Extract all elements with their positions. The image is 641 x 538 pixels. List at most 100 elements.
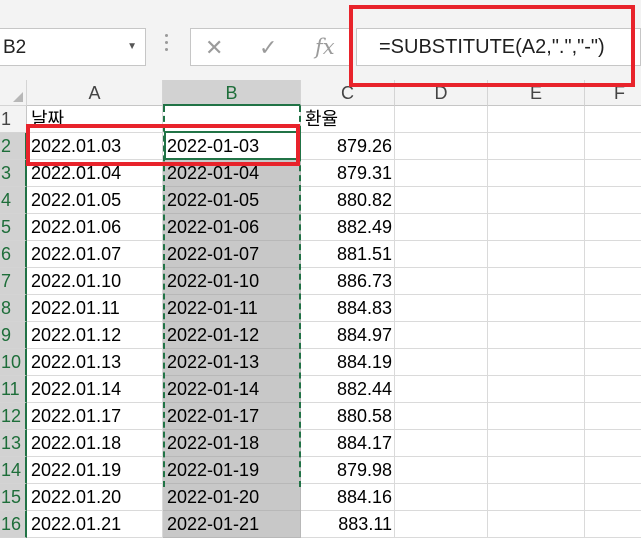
name-box[interactable]: B2 ▼	[0, 28, 146, 66]
cell-f14[interactable]	[585, 457, 641, 484]
cell-e5[interactable]	[488, 214, 585, 241]
cell-f7[interactable]	[585, 268, 641, 295]
cell-f6[interactable]	[585, 241, 641, 268]
cell-f8[interactable]	[585, 295, 641, 322]
cell-f3[interactable]	[585, 160, 641, 187]
cell-d16[interactable]	[395, 511, 488, 538]
cell-d14[interactable]	[395, 457, 488, 484]
cell-c1[interactable]: 환율	[301, 106, 395, 133]
cell-a7[interactable]: 2022.01.10	[27, 268, 163, 295]
row-header[interactable]: 8	[0, 295, 27, 322]
cell-c11[interactable]: 882.44	[301, 376, 395, 403]
cell-a6[interactable]: 2022.01.07	[27, 241, 163, 268]
cell-b13[interactable]: 2022-01-18	[163, 430, 301, 457]
cell-f10[interactable]	[585, 349, 641, 376]
cell-b15[interactable]: 2022-01-20	[163, 484, 301, 511]
insert-function-icon[interactable]: fx	[315, 35, 335, 59]
cell-a5[interactable]: 2022.01.06	[27, 214, 163, 241]
cell-f2[interactable]	[585, 133, 641, 160]
row-header[interactable]: 4	[0, 187, 27, 214]
cell-e11[interactable]	[488, 376, 585, 403]
cell-a13[interactable]: 2022.01.18	[27, 430, 163, 457]
row-header[interactable]: 13	[0, 430, 27, 457]
row-header[interactable]: 14	[0, 457, 27, 484]
cell-e8[interactable]	[488, 295, 585, 322]
cell-c4[interactable]: 880.82	[301, 187, 395, 214]
cell-a10[interactable]: 2022.01.13	[27, 349, 163, 376]
cell-d5[interactable]	[395, 214, 488, 241]
cell-e1[interactable]	[488, 106, 585, 133]
cell-b10[interactable]: 2022-01-13	[163, 349, 301, 376]
cell-a15[interactable]: 2022.01.20	[27, 484, 163, 511]
row-header[interactable]: 16	[0, 511, 27, 538]
grip-handle-icon[interactable]	[165, 34, 169, 60]
cancel-icon[interactable]: ✕	[205, 35, 223, 61]
select-all-button[interactable]	[0, 80, 27, 106]
cell-f15[interactable]	[585, 484, 641, 511]
cell-a9[interactable]: 2022.01.12	[27, 322, 163, 349]
cell-a8[interactable]: 2022.01.11	[27, 295, 163, 322]
cell-d3[interactable]	[395, 160, 488, 187]
cell-e16[interactable]	[488, 511, 585, 538]
row-header[interactable]: 6	[0, 241, 27, 268]
cell-f11[interactable]	[585, 376, 641, 403]
cell-b12[interactable]: 2022-01-17	[163, 403, 301, 430]
cell-c6[interactable]: 881.51	[301, 241, 395, 268]
column-header-b[interactable]: B	[163, 80, 301, 106]
cell-c10[interactable]: 884.19	[301, 349, 395, 376]
cell-e14[interactable]	[488, 457, 585, 484]
cell-b7[interactable]: 2022-01-10	[163, 268, 301, 295]
row-header[interactable]: 9	[0, 322, 27, 349]
cell-e4[interactable]	[488, 187, 585, 214]
cell-d7[interactable]	[395, 268, 488, 295]
cell-d2[interactable]	[395, 133, 488, 160]
row-header[interactable]: 10	[0, 349, 27, 376]
cell-f5[interactable]	[585, 214, 641, 241]
cell-d1[interactable]	[395, 106, 488, 133]
cell-c16[interactable]: 883.11	[301, 511, 395, 538]
cell-d6[interactable]	[395, 241, 488, 268]
cell-c5[interactable]: 882.49	[301, 214, 395, 241]
row-header[interactable]: 2	[0, 133, 27, 160]
row-header[interactable]: 1	[0, 106, 27, 133]
enter-check-icon[interactable]: ✓	[259, 35, 277, 61]
cell-a11[interactable]: 2022.01.14	[27, 376, 163, 403]
cell-c2[interactable]: 879.26	[301, 133, 395, 160]
cell-b16[interactable]: 2022-01-21	[163, 511, 301, 538]
cell-e6[interactable]	[488, 241, 585, 268]
cell-c14[interactable]: 879.98	[301, 457, 395, 484]
cell-d12[interactable]	[395, 403, 488, 430]
cell-b14[interactable]: 2022-01-19	[163, 457, 301, 484]
cell-f1[interactable]	[585, 106, 641, 133]
cell-c9[interactable]: 884.97	[301, 322, 395, 349]
cell-a14[interactable]: 2022.01.19	[27, 457, 163, 484]
cell-c7[interactable]: 886.73	[301, 268, 395, 295]
cell-d13[interactable]	[395, 430, 488, 457]
cell-b8[interactable]: 2022-01-11	[163, 295, 301, 322]
cell-b9[interactable]: 2022-01-12	[163, 322, 301, 349]
cell-d11[interactable]	[395, 376, 488, 403]
row-header[interactable]: 12	[0, 403, 27, 430]
cell-c12[interactable]: 880.58	[301, 403, 395, 430]
row-header[interactable]: 5	[0, 214, 27, 241]
cell-a16[interactable]: 2022.01.21	[27, 511, 163, 538]
cell-b4[interactable]: 2022-01-05	[163, 187, 301, 214]
cell-c3[interactable]: 879.31	[301, 160, 395, 187]
cell-d9[interactable]	[395, 322, 488, 349]
cell-f16[interactable]	[585, 511, 641, 538]
cell-b6[interactable]: 2022-01-07	[163, 241, 301, 268]
cell-c13[interactable]: 884.17	[301, 430, 395, 457]
row-header[interactable]: 7	[0, 268, 27, 295]
cell-d4[interactable]	[395, 187, 488, 214]
cell-b5[interactable]: 2022-01-06	[163, 214, 301, 241]
cell-a12[interactable]: 2022.01.17	[27, 403, 163, 430]
cell-d15[interactable]	[395, 484, 488, 511]
cell-e3[interactable]	[488, 160, 585, 187]
cell-f12[interactable]	[585, 403, 641, 430]
row-header[interactable]: 15	[0, 484, 27, 511]
cell-f4[interactable]	[585, 187, 641, 214]
cell-d8[interactable]	[395, 295, 488, 322]
cell-f13[interactable]	[585, 430, 641, 457]
cell-e12[interactable]	[488, 403, 585, 430]
row-header[interactable]: 11	[0, 376, 27, 403]
